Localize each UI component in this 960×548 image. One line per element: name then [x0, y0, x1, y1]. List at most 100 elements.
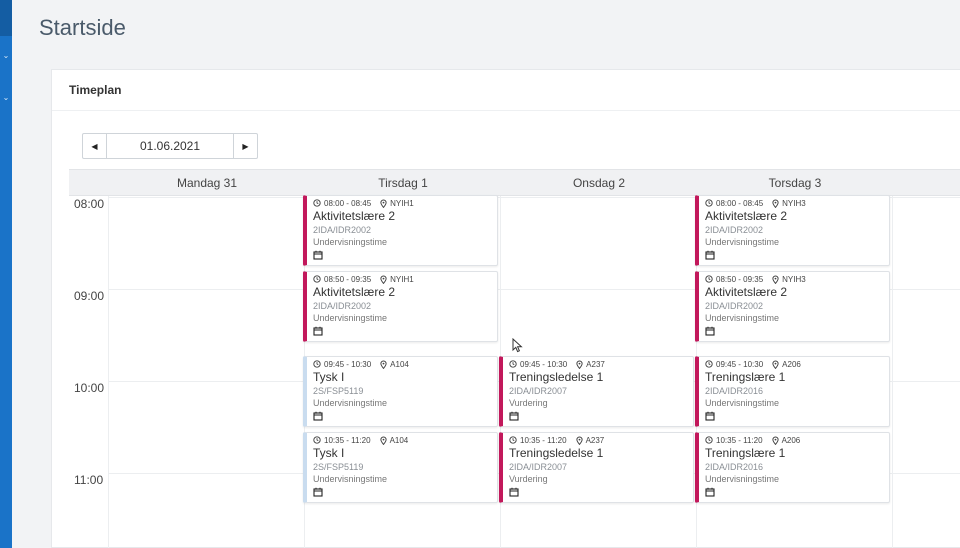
calendar-icon: [313, 250, 323, 260]
time-label: 10:00: [74, 381, 105, 395]
schedule-event-card[interactable]: 08:50 - 09:35 NYIH1 Aktivitetslære 2 2ID…: [303, 271, 498, 342]
event-time: 08:50 - 09:35: [324, 274, 372, 284]
event-meta: 09:45 - 10:30 A237: [509, 359, 693, 369]
event-course-code: 2IDA/IDR2007: [509, 462, 568, 472]
next-date-button[interactable]: ▶: [233, 134, 257, 158]
event-type: Vurdering: [509, 398, 548, 408]
event-title: Treningsledelse 1: [509, 370, 604, 384]
location-pin-icon: [772, 199, 779, 208]
page-title: Startside: [39, 15, 126, 40]
event-type: Undervisningstime: [705, 237, 780, 247]
column-divider: [892, 196, 893, 548]
event-room: NYIH1: [390, 198, 414, 208]
schedule-event-card[interactable]: 08:50 - 09:35 NYIH3 Aktivitetslære 2 2ID…: [695, 271, 890, 342]
location-pin-icon: [380, 360, 387, 369]
event-course-code: 2IDA/IDR2002: [313, 301, 372, 311]
calendar-icon: [313, 326, 323, 336]
event-meta: 10:35 - 11:20 A237: [509, 435, 693, 445]
event-type: Undervisningstime: [313, 237, 388, 247]
event-title: Tysk I: [313, 446, 345, 460]
date-input[interactable]: [107, 134, 233, 158]
event-title: Treningslære 1: [705, 446, 786, 460]
location-pin-icon: [380, 199, 387, 208]
event-time: 08:50 - 09:35: [716, 274, 764, 284]
event-meta: 08:00 - 08:45 NYIH3: [705, 198, 889, 208]
event-room: NYIH3: [782, 274, 806, 284]
event-course-code: 2S/FSP5119: [313, 386, 364, 396]
schedule-event-card[interactable]: 08:00 - 08:45 NYIH3 Aktivitetslære 2 2ID…: [695, 195, 890, 266]
event-title: Treningsledelse 1: [509, 446, 604, 460]
event-type: Undervisningstime: [313, 474, 388, 484]
clock-icon: [705, 199, 713, 207]
event-meta: 09:45 - 10:30 A206: [705, 359, 889, 369]
schedule-event-card[interactable]: 09:45 - 10:30 A104 Tysk I 2S/FSP5119 Und…: [303, 356, 498, 427]
schedule-event-card[interactable]: 09:45 - 10:30 A206 Treningslære 1 2IDA/I…: [695, 356, 890, 427]
day-header-monday: Mandag 31: [176, 176, 238, 190]
left-nav-rail: ⌄ ⌄: [0, 0, 12, 548]
event-course-code: 2IDA/IDR2016: [705, 462, 764, 472]
event-meta: 08:00 - 08:45 NYIH1: [313, 198, 497, 208]
time-label: 09:00: [74, 289, 105, 303]
event-title: Aktivitetslære 2: [313, 285, 396, 299]
chevron-down-icon[interactable]: ⌄: [2, 52, 10, 60]
schedule-event-card[interactable]: 09:45 - 10:30 A237 Treningsledelse 1 2ID…: [499, 356, 694, 427]
location-pin-icon: [379, 436, 387, 445]
location-pin-icon: [771, 436, 779, 445]
event-title: Aktivitetslære 2: [705, 209, 788, 223]
location-pin-icon: [575, 436, 583, 445]
event-time: 08:00 - 08:45: [324, 198, 372, 208]
event-type: Undervisningstime: [313, 313, 388, 323]
event-time: 09:45 - 10:30: [716, 359, 764, 369]
day-header-tuesday: Tirsdag 1: [378, 176, 428, 190]
clock-icon: [705, 275, 713, 283]
event-course-code: 2IDA/IDR2002: [705, 225, 764, 235]
event-room: A237: [586, 359, 605, 369]
event-meta: 08:50 - 09:35 NYIH1: [313, 274, 497, 284]
mouse-cursor-icon: [512, 338, 523, 353]
event-room: A206: [782, 359, 801, 369]
schedule-event-card[interactable]: 10:35 - 11:20 A104 Tysk I 2S/FSP5119 Und…: [303, 432, 498, 503]
clock-icon: [313, 199, 321, 207]
day-header-row: Mandag 31 Tirsdag 1 Onsdag 2 Torsdag 3: [69, 169, 960, 196]
event-room: A104: [390, 359, 409, 369]
schedule-event-card[interactable]: 08:00 - 08:45 NYIH1 Aktivitetslære 2 2ID…: [303, 195, 498, 266]
event-title: Tysk I: [313, 370, 345, 384]
event-course-code: 2IDA/IDR2002: [313, 225, 372, 235]
chevron-down-icon[interactable]: ⌄: [2, 94, 10, 102]
event-title: Treningslære 1: [705, 370, 786, 384]
event-time: 09:45 - 10:30: [520, 359, 568, 369]
caret-left-icon: ◀: [91, 141, 98, 151]
schedule-event-card[interactable]: 10:35 - 11:20 A206 Treningslære 1 2IDA/I…: [695, 432, 890, 503]
nav-header-block[interactable]: [0, 0, 12, 36]
column-divider: [108, 196, 109, 548]
event-room: NYIH1: [390, 274, 414, 284]
clock-icon: [313, 436, 321, 444]
caret-right-icon: ▶: [242, 141, 249, 151]
event-course-code: 2IDA/IDR2016: [705, 386, 764, 396]
calendar-icon: [509, 487, 519, 497]
event-type: Undervisningstime: [313, 398, 388, 408]
calendar-icon: [705, 487, 715, 497]
calendar-icon: [705, 250, 715, 260]
time-label: 11:00: [74, 473, 104, 487]
event-time: 10:35 - 11:20: [324, 435, 371, 445]
event-course-code: 2S/FSP5119: [313, 462, 364, 472]
calendar-icon: [313, 411, 323, 421]
event-meta: 10:35 - 11:20 A206: [705, 435, 889, 445]
clock-icon: [313, 275, 321, 283]
location-pin-icon: [772, 360, 779, 369]
calendar-icon: [705, 411, 715, 421]
panel-header: Timeplan: [52, 70, 960, 111]
event-title: Aktivitetslære 2: [313, 209, 396, 223]
event-room: A237: [585, 435, 605, 445]
date-picker: ◀ ▶: [82, 133, 258, 159]
clock-icon: [509, 360, 517, 368]
event-time: 09:45 - 10:30: [324, 359, 372, 369]
clock-icon: [509, 436, 517, 444]
panel-title: Timeplan: [69, 83, 122, 97]
schedule-event-card[interactable]: 10:35 - 11:20 A237 Treningsledelse 1 2ID…: [499, 432, 694, 503]
event-time: 10:35 - 11:20: [716, 435, 763, 445]
previous-date-button[interactable]: ◀: [83, 134, 107, 158]
calendar-icon: [705, 326, 715, 336]
event-meta: 08:50 - 09:35 NYIH3: [705, 274, 889, 284]
